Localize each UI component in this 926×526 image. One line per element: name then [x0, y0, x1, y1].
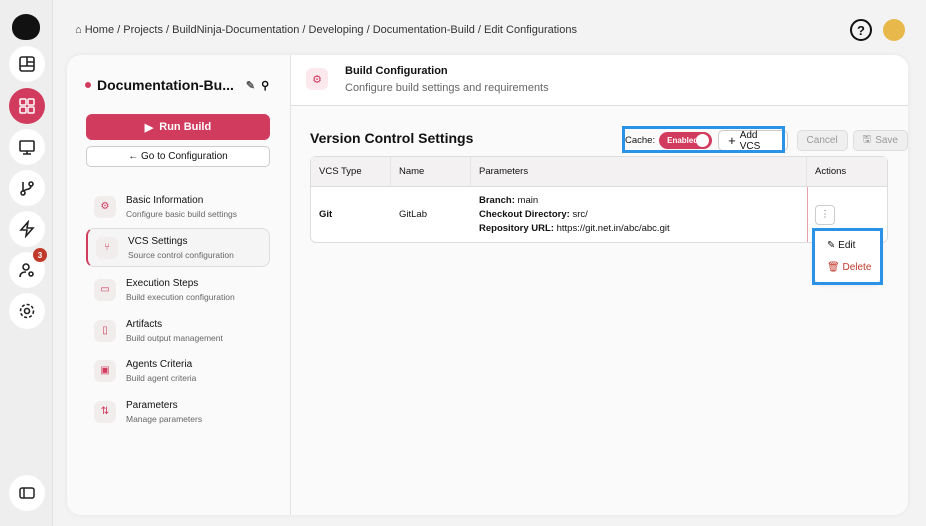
col-actions: Actions: [807, 157, 887, 187]
notification-badge: 3: [33, 248, 47, 262]
nav-basic-information[interactable]: ⚙ Basic Information Configure basic build …: [86, 187, 270, 226]
play-icon: ▶: [144, 121, 154, 134]
config-card: Documentation-Bu... ✎ ⚲ ▶ Run Build ← Go t…: [67, 55, 908, 515]
breadcrumb: ⌂ Home / Projects / BuildNinja-Documenta…: [75, 24, 577, 36]
avatar[interactable]: [883, 19, 905, 41]
build-name: Documentation-Bu...: [97, 77, 234, 93]
steps-icon: ▭: [94, 278, 116, 301]
sliders-icon: ⇅: [94, 400, 116, 423]
nav-parameters[interactable]: ⇅ Parameters Manage parameters: [86, 392, 270, 431]
vcs-type: Git: [319, 209, 333, 220]
more-options-button[interactable]: ⋮: [815, 204, 835, 225]
config-sidebar: Documentation-Bu... ✎ ⚲ ▶ Run Build ← Go t…: [67, 55, 291, 515]
agent-icon: ▣: [94, 359, 116, 382]
save-icon: 🖫: [862, 134, 872, 145]
breadcrumb-project[interactable]: BuildNinja-Documentation: [172, 24, 299, 36]
icon-rail: 3: [0, 0, 53, 526]
breadcrumb-developing[interactable]: Developing: [309, 24, 364, 36]
col-parameters: Parameters: [471, 157, 807, 187]
gear-icon: ⚙: [94, 195, 116, 218]
breadcrumb-build[interactable]: Documentation-Build: [373, 24, 475, 36]
monitor-icon[interactable]: [9, 129, 45, 165]
config-main: ⚙ Build Configuration Configure build se…: [291, 55, 908, 515]
gear-icon: ⚙: [306, 68, 328, 90]
logo-icon: [12, 14, 40, 40]
nav-execution-steps[interactable]: ▭ Execution Steps Build execution configur…: [86, 270, 270, 309]
nav-vcs-settings[interactable]: ⑂ VCS Settings Source control configuratio…: [86, 228, 270, 267]
lightning-icon[interactable]: [9, 211, 45, 247]
settings-icon[interactable]: [9, 293, 45, 329]
go-to-configuration-button[interactable]: ← Go to Configuration: [86, 146, 270, 167]
projects-icon[interactable]: [9, 88, 45, 124]
highlight-box: [812, 228, 883, 285]
save-button[interactable]: 🖫 Save: [852, 130, 908, 151]
pin-icon[interactable]: ⚲: [261, 79, 269, 92]
help-icon[interactable]: ?: [850, 19, 872, 41]
section-title: Version Control Settings: [310, 130, 474, 146]
build-title: Documentation-Bu... ✎ ⚲: [85, 77, 269, 93]
breadcrumb-home[interactable]: Home: [85, 24, 114, 36]
highlight-box: [622, 126, 785, 153]
run-build-button[interactable]: ▶ Run Build: [86, 114, 270, 140]
table-row: Git GitLab Branch: main Checkout Directo…: [311, 187, 887, 242]
header-subtitle: Configure build settings and requirement…: [345, 82, 549, 94]
user-settings-icon[interactable]: 3: [9, 248, 47, 288]
dashboard-icon[interactable]: [9, 46, 45, 82]
git-branch-icon[interactable]: [9, 170, 45, 206]
breadcrumb-projects[interactable]: Projects: [123, 24, 163, 36]
edit-pencil-icon[interactable]: ✎: [246, 79, 255, 92]
vcs-parameters: Branch: main Checkout Directory: src/ Re…: [479, 194, 670, 234]
file-icon: ▯: [94, 319, 116, 342]
nav-agents-criteria[interactable]: ▣ Agents Criteria Build agent criteria: [86, 351, 270, 390]
col-name: Name: [391, 157, 471, 187]
sidebar-toggle-icon[interactable]: [9, 475, 45, 511]
vcs-table: VCS Type Name Parameters Actions Git Git…: [310, 156, 888, 243]
nav-artifacts[interactable]: ▯ Artifacts Build output management: [86, 311, 270, 350]
section-header: ⚙ Build Configuration Configure build se…: [291, 55, 908, 106]
branch-icon: ⑂: [96, 236, 118, 259]
vcs-name: GitLab: [399, 209, 427, 220]
header-title: Build Configuration: [345, 65, 448, 77]
col-vcs-type: VCS Type: [311, 157, 391, 187]
breadcrumb-current: Edit Configurations: [484, 24, 577, 36]
home-icon: ⌂: [75, 24, 82, 36]
cancel-button[interactable]: Cancel: [796, 130, 848, 151]
